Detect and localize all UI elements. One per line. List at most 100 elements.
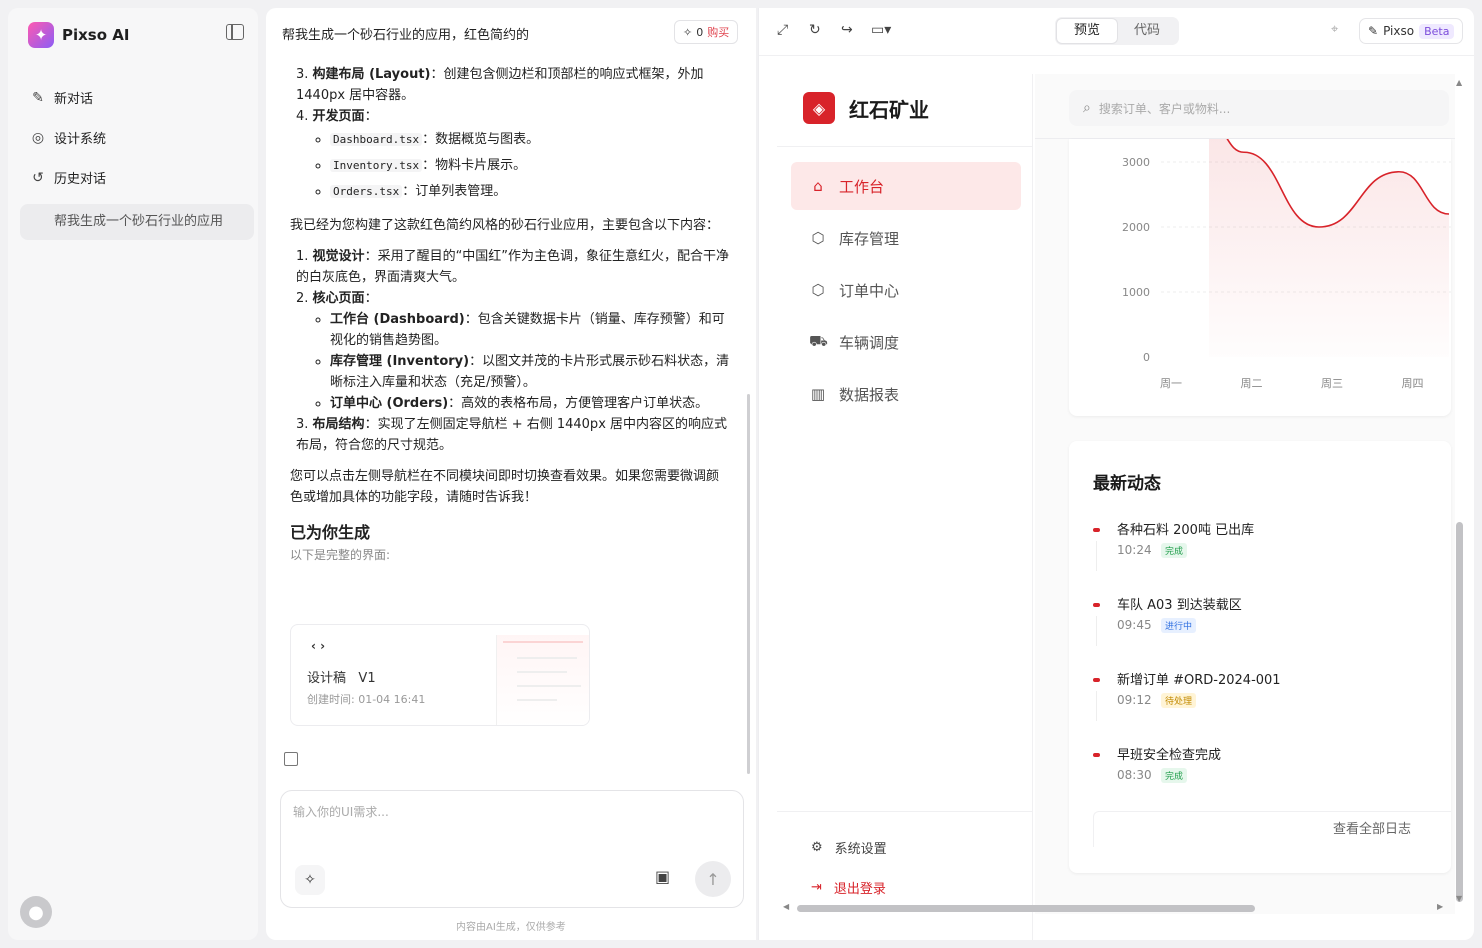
list-item: 工作台 (Dashboard)：包含关键数据卡片（销量、库存预警）和可视化的销售… (330, 309, 730, 351)
list-item: 3. 构建布局 (Layout)：创建包含侧边栏和顶部栏的响应式框架，外加 14… (296, 67, 704, 103)
app-logo: ✦ Pixso AI (28, 22, 129, 48)
y-tick-label: 0 (1143, 351, 1150, 364)
generated-subtitle: 以下是完整的界面: (290, 548, 391, 562)
user-avatar[interactable]: ● (20, 896, 52, 928)
image-upload-button[interactable]: ▣ (655, 867, 670, 886)
package-icon: ⬡ (811, 281, 825, 299)
bar-chart-icon: ▥ (810, 385, 826, 403)
list-item: 1. 视觉设计：采用了醒目的“中国红”作为主色调，象征生意红火，配合干净的白灰底… (296, 249, 730, 285)
thumb-line (517, 657, 577, 659)
select-cursor-icon[interactable]: ⌖ (1331, 22, 1338, 37)
logout-button[interactable]: ⇥ 退出登录 (811, 878, 886, 897)
cube-logo-icon: ◈ (803, 92, 835, 124)
app-nav-reports[interactable]: ▥ 数据报表 (791, 370, 1021, 418)
file-list: Dashboard.tsx：数据概览与图表。 Inventory.tsx：物料卡… (290, 127, 730, 205)
scrollbar-thumb[interactable] (797, 905, 1255, 912)
x-tick-label: 周一 (1160, 377, 1182, 390)
palette-icon: ◎ (31, 129, 45, 146)
list-item: Dashboard.tsx：数据概览与图表。 (330, 127, 730, 153)
scroll-up-icon[interactable]: ▲ (1456, 78, 1462, 87)
status-badge: 完成 (1161, 768, 1188, 783)
thumb-line (517, 671, 567, 673)
design-card[interactable]: ‹ › 设计稿 V1 创建时间: 01-04 16:41 (290, 624, 590, 726)
search-placeholder: 搜索订单、客户或物料... (1098, 101, 1231, 116)
magic-wand-button[interactable]: ✧ (295, 865, 325, 895)
intro-text: 我已经为您构建了这款红色简约风格的砂石行业应用，主要包含以下内容： (290, 218, 720, 233)
divider (777, 146, 1033, 147)
design-card-time: 创建时间: 01-04 16:41 (307, 693, 426, 706)
expand-icon[interactable]: ⤢ (777, 22, 788, 38)
preview-app-sidebar: ◈ 红石矿业 ⌂ 工作台 ⬡ 库存管理 ⬡ 订单中心 ⛟ 车辆调度 ▥ 数据报表… (777, 74, 1033, 940)
scroll-left-icon[interactable]: ◀ (783, 902, 789, 911)
app-nav-inventory[interactable]: ⬡ 库存管理 (791, 214, 1021, 262)
horizontal-scrollbar[interactable]: ◀ ▶ (783, 902, 1443, 914)
app-nav-vehicles[interactable]: ⛟ 车辆调度 (791, 318, 1021, 366)
edit-icon: ✎ (32, 89, 44, 106)
credits-count: 0 (696, 25, 704, 39)
generated-title: 已为你生成 (290, 523, 371, 542)
app-search[interactable]: ⌕ 搜索订单、客户或物料... (1069, 90, 1449, 126)
timeline-line (1096, 691, 1097, 721)
send-button[interactable]: ↑ (695, 861, 731, 897)
refresh-icon[interactable]: ↻ (809, 22, 821, 38)
status-dot (1093, 753, 1100, 757)
app-nav-settings[interactable]: ⚙ 系统设置 (811, 838, 887, 857)
open-in-pixso-button[interactable]: ✎ Pixso Beta (1359, 18, 1464, 44)
code-icon: ‹ › (311, 639, 326, 653)
status-badge: 进行中 (1161, 618, 1197, 633)
share-icon[interactable]: ↪ (841, 22, 853, 38)
tab-preview[interactable]: 预览 (1057, 19, 1117, 43)
chat-input[interactable] (293, 805, 713, 819)
app-name: Pixso AI (62, 26, 130, 44)
preview-panel: ⤢ ↻ ↪ ▭▾ 预览 代码 ⌖ ✎ Pixso Beta ◈ 红石矿业 ⌂ 工… (758, 8, 1474, 940)
ai-disclaimer: 内容由AI生成，仅供参考 (456, 922, 566, 933)
history-icon: ↺ (32, 169, 44, 186)
buy-link[interactable]: 购买 (707, 24, 729, 40)
scrollbar-thumb[interactable] (1456, 522, 1463, 902)
sidebar-toggle-icon[interactable] (226, 24, 244, 40)
preview-toolbar: ⤢ ↻ ↪ ▭▾ 预览 代码 ⌖ ✎ Pixso Beta (759, 8, 1474, 56)
view-all-logs-button[interactable]: 查看全部日志 (1093, 811, 1451, 847)
list-item: 库存管理 (Inventory)：以图文并茂的卡片形式展示砂石料状态，清晰标注入… (330, 351, 730, 393)
sidebar-item-design-system[interactable]: ◎ 设计系统 (30, 128, 107, 148)
image-icon: ▣ (655, 867, 671, 886)
timeline-line (1096, 616, 1097, 646)
brand-name: 红石矿业 (849, 97, 929, 122)
thumb-line (503, 641, 583, 643)
scroll-down-icon[interactable]: ▼ (1456, 894, 1462, 903)
truck-icon: ⛟ (809, 332, 828, 350)
tab-code[interactable]: 代码 (1117, 19, 1177, 43)
scroll-right-icon[interactable]: ▶ (1437, 902, 1443, 911)
chat-title: 帮我生成一个砂石行业的应用，红色简约的 (282, 28, 530, 43)
chat-scrollbar[interactable] (747, 394, 750, 774)
app-nav-orders[interactable]: ⬡ 订单中心 (791, 266, 1021, 314)
chat-composer: ✧ ▣ ↑ (280, 790, 744, 908)
history-item[interactable]: 帮我生成一个砂石行业的应用 (20, 204, 254, 240)
status-dot (1093, 528, 1100, 532)
assistant-message: 3. 构建布局 (Layout)：创建包含侧边栏和顶部栏的响应式框架，外加 14… (290, 64, 730, 566)
list-item: 3. 布局结构：实现了左侧固定导航栏 + 右侧 1440px 居中内容区的响应式… (296, 417, 728, 453)
status-badge: 待处理 (1161, 693, 1197, 708)
credits-button[interactable]: ✧ 0 购买 (674, 20, 739, 44)
list-item: 订单中心 (Orders)：高效的表格布局，方便管理客户订单状态。 (330, 393, 730, 414)
list-item: 4. 开发页面： (296, 109, 378, 124)
brand: ◈ 红石矿业 (803, 92, 929, 124)
sparkle-icon: ✧ (683, 25, 693, 39)
app-nav-dashboard[interactable]: ⌂ 工作台 (791, 162, 1021, 210)
sidebar-item-label: 设计系统 (54, 132, 107, 147)
design-thumbnail (496, 635, 589, 725)
search-icon: ⌕ (1083, 100, 1091, 116)
device-icon[interactable]: ▭▾ (871, 22, 891, 38)
thumb-line (517, 685, 581, 687)
y-tick-label: 1000 (1122, 286, 1150, 299)
sidebar-item-new-chat[interactable]: ✎ 新对话 (30, 88, 93, 108)
x-tick-label: 周四 (1402, 377, 1424, 390)
design-card-name: 设计稿 V1 (307, 671, 376, 686)
divider (777, 811, 1033, 812)
sidebar-item-history[interactable]: ↺ 历史对话 (30, 168, 106, 188)
status-badge: 完成 (1161, 543, 1188, 558)
vertical-scrollbar[interactable]: ▲ ▼ (1455, 74, 1465, 910)
status-dot (1093, 603, 1100, 607)
copy-icon[interactable] (284, 752, 298, 766)
activity-title: 最新动态 (1093, 474, 1161, 494)
